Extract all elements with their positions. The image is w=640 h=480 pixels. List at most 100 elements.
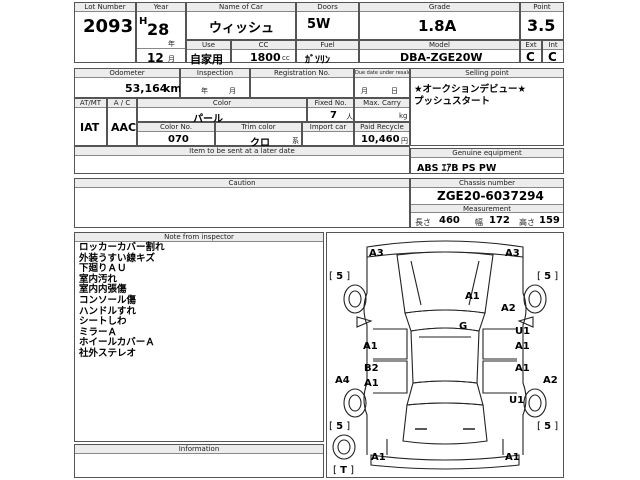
mark-door-left-rear-b: B2 — [364, 363, 379, 374]
point-box: Point 3.5 — [520, 2, 564, 40]
color-no-value: 070 — [168, 134, 189, 145]
wheel-rr-value: 5 — [544, 421, 552, 432]
year-value: 28 — [147, 20, 170, 39]
use-box: Use 自家用 — [186, 40, 231, 66]
wheel-rl-value: 5 — [336, 421, 344, 432]
model-header: Model — [360, 41, 519, 50]
grade-value: 1.8A — [418, 17, 457, 35]
selling-point-line2: プッシュスタート — [414, 96, 491, 107]
year-header: Year — [137, 3, 185, 12]
model-value: DBA-ZGE20W — [400, 51, 483, 64]
spare-label: [ T ] — [333, 465, 355, 476]
cc-box: CC 1800 cc — [231, 40, 296, 64]
due-date-header: Due date under resale — [355, 69, 409, 78]
trim-color-header: Trim color — [216, 123, 301, 132]
lot-number-box: Lot Number 2093 — [74, 2, 136, 63]
ac-box: A / C AAC — [107, 98, 137, 146]
mark-door-left-front: A1 — [363, 341, 378, 352]
wheel-fr-value: 5 — [544, 271, 552, 282]
genuine-equipment-value: ABS ｴｱB PS PW — [417, 163, 497, 174]
atmt-box: AT/MT IAT — [74, 98, 107, 146]
mark-rear-bumper-right: A1 — [505, 452, 520, 463]
mark-quarter-left: A4 — [335, 375, 350, 386]
mark-door-right-front: U1 — [515, 326, 531, 337]
fixed-no-unit: 人 — [346, 113, 353, 121]
mark-roof: G — [459, 321, 468, 332]
import-car-box: Import car — [302, 122, 354, 146]
odometer-header: Odometer — [75, 69, 179, 78]
spare-value: T — [340, 465, 347, 476]
information-header: Information — [75, 445, 323, 454]
fuel-box: Fuel ｶﾞｿﾘﾝ — [296, 40, 359, 66]
chassis-value: ZGE20-6037294 — [437, 189, 544, 203]
selling-point-header: Selling point — [411, 69, 563, 78]
grade-box: Grade 1.8A — [359, 2, 520, 40]
trim-color-box: Trim color クロ 系 — [215, 122, 302, 149]
color-no-header: Color No. — [138, 123, 214, 132]
model-box: Model DBA-ZGE20W — [359, 40, 520, 64]
inspection-box: Inspection 年 月 — [180, 68, 250, 98]
mark-door-right-front-2: A1 — [515, 341, 530, 352]
max-carry-header: Max. Carry — [355, 99, 409, 108]
score-value: 3.5 — [527, 16, 556, 35]
mark-front-right: A3 — [505, 248, 520, 259]
mark-door-right-rear: A1 — [515, 363, 530, 374]
color-header: Color — [138, 99, 306, 108]
lot-number-header: Lot Number — [75, 3, 135, 12]
doors-value: 5W — [307, 17, 331, 32]
fixed-no-box: Fixed No. 7 人 — [307, 98, 354, 122]
inspector-notes-box: Note from inspector ロッカーカバー割れ 外装うすい線キズ 下… — [74, 232, 324, 442]
inspection-year-unit: 年 — [201, 87, 208, 95]
height-value: 159 — [539, 215, 560, 226]
mark-rear-bumper-left: A1 — [371, 452, 386, 463]
caution-header: Caution — [75, 179, 409, 188]
car-name-value: ウィッシュ — [209, 21, 275, 36]
odometer-box: Odometer 53,164 km — [74, 68, 182, 98]
year-box: Year H 28 年 12 月 — [136, 2, 186, 65]
cc-header: CC — [232, 41, 295, 50]
due-date-box: Due date under resale 月 日 — [354, 68, 410, 98]
doors-box: Doors 5W — [296, 2, 359, 40]
use-value: 自家用 — [190, 53, 223, 66]
due-month-unit: 月 — [361, 87, 368, 95]
width-label: 幅 — [475, 218, 483, 227]
int-header: Int — [543, 41, 563, 50]
ext-value: C — [526, 50, 535, 64]
wheel-rr-label: [ 5 ] — [537, 421, 559, 432]
grade-header: Grade — [360, 3, 519, 12]
due-day-unit: 日 — [391, 87, 398, 95]
note-line: 社外ステレオ — [79, 347, 137, 359]
genuine-equipment-box: Genuine equipment ABS ｴｱB PS PW — [410, 148, 564, 174]
wheel-rl-label: [ 5 ] — [329, 421, 351, 432]
lot-number-value: 2093 — [83, 16, 134, 37]
paid-recycle-header: Paid Recycle — [355, 123, 409, 132]
mark-door-left-rear-a: A1 — [364, 378, 379, 389]
fuel-value: ｶﾞｿﾘﾝ — [305, 55, 330, 66]
atmt-value: IAT — [80, 121, 100, 134]
odometer-unit: km — [163, 82, 182, 95]
inspector-notes-list: ロッカーカバー割れ 外装うすい線キズ 下廻りＡＵ 室内汚れ 室内内張傷 コンソー… — [79, 242, 165, 360]
use-header: Use — [187, 41, 230, 50]
trim-color-unit: 系 — [292, 137, 299, 145]
later-date-box: Item to be sent at a later date — [74, 146, 410, 174]
damage-diagram-box: A3 A3 A1 A2 G U1 A1 A1 B2 A1 A4 A1 A2 U1… — [326, 232, 564, 478]
registration-header: Registration No. — [251, 69, 353, 78]
height-label: 高さ — [519, 218, 535, 227]
mark-quarter-right: A2 — [543, 375, 558, 386]
point-header: Point — [521, 3, 563, 12]
car-name-box: Name of Car ウィッシュ — [186, 2, 296, 40]
paid-recycle-value: 10,460 — [361, 134, 400, 145]
color-box: Color パール — [137, 98, 307, 125]
genuine-equipment-header: Genuine equipment — [411, 149, 563, 158]
odometer-value: 53,164 — [125, 82, 168, 95]
doors-header: Doors — [297, 3, 358, 12]
inspector-notes-header: Note from inspector — [75, 233, 323, 242]
import-car-header: Import car — [303, 123, 353, 132]
measurement-header: Measurement — [411, 204, 563, 213]
int-box: Int C — [542, 40, 564, 64]
ac-value: AAC — [111, 121, 137, 134]
note-line: ロッカーカバー割れ — [79, 242, 165, 253]
paid-recycle-box: Paid Recycle 10,460 円 — [354, 122, 410, 146]
inspection-header: Inspection — [181, 69, 249, 78]
fixed-no-header: Fixed No. — [308, 99, 353, 108]
